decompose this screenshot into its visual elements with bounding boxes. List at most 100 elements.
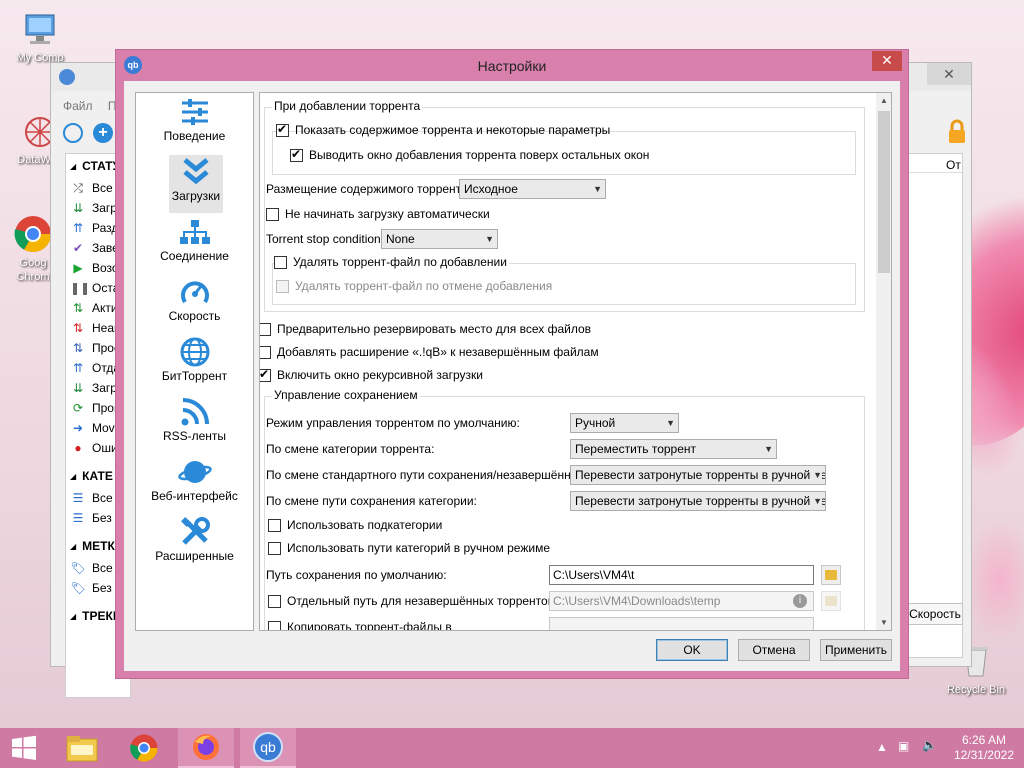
- taskbar-firefox[interactable]: [178, 728, 234, 768]
- stop-condition-select[interactable]: None ▼: [381, 229, 498, 249]
- checkbox-disabled: [276, 279, 289, 293]
- dialog-close-button[interactable]: ✕: [872, 51, 902, 71]
- swap-icon: ⇅: [72, 341, 84, 355]
- scroll-up-icon[interactable]: ▲: [876, 93, 891, 109]
- taskbar: qb ▲ ▣ 🔈 6:26 AM 12/31/2022: [0, 728, 1024, 768]
- main-window-close-button[interactable]: ✕: [927, 63, 971, 85]
- speed-button[interactable]: Скорость: [907, 603, 963, 625]
- checkbox-checked[interactable]: [260, 367, 271, 382]
- category-label: БитТоррент: [161, 369, 228, 383]
- planet-icon: [138, 455, 251, 489]
- category-path-changed-select[interactable]: Перевести затронутые торренты в ручной р…: [570, 491, 826, 511]
- volume-icon[interactable]: 🔈: [922, 738, 937, 752]
- upload-icon: ⇈: [72, 221, 84, 235]
- show-contents-checkbox[interactable]: Показать содержимое торрента и некоторые…: [276, 122, 610, 137]
- checkbox[interactable]: [274, 255, 287, 269]
- default-path-changed-label: По смене стандартного пути сохранения/не…: [266, 468, 589, 482]
- checkbox[interactable]: [260, 345, 271, 359]
- browse-folder-button[interactable]: [821, 565, 841, 585]
- add-link-icon[interactable]: [63, 123, 83, 143]
- category-changed-select[interactable]: Переместить торрент ▼: [570, 439, 777, 459]
- category-bittorrent[interactable]: БитТоррент: [138, 335, 251, 393]
- lock-icon[interactable]: [947, 119, 967, 145]
- scroll-down-icon[interactable]: ▼: [876, 615, 891, 630]
- bring-to-front-checkbox[interactable]: Выводить окно добавления торрента поверх…: [290, 147, 649, 162]
- checkbox[interactable]: [268, 518, 281, 532]
- desktop-icon-label: Goog Chrom: [16, 257, 50, 283]
- taskbar-qbittorrent[interactable]: qb: [240, 728, 296, 768]
- no-autostart-checkbox[interactable]: Не начинать загрузку автоматически: [266, 207, 490, 221]
- category-label: Соединение: [160, 249, 229, 263]
- list-icon: ☰: [72, 491, 84, 505]
- content-layout-select[interactable]: Исходное ▼: [459, 179, 606, 199]
- category-speed[interactable]: Скорость: [138, 275, 251, 333]
- settings-dialog[interactable]: qb Настройки ✕ Поведение Загрузки Соедин…: [115, 49, 909, 679]
- use-subcategories-checkbox[interactable]: Использовать подкатегории: [268, 518, 442, 532]
- category-behavior[interactable]: Поведение: [138, 95, 251, 153]
- checkbox-checked[interactable]: [276, 122, 289, 137]
- windows-start-icon: [12, 735, 36, 760]
- append-extension-checkbox[interactable]: Добавлять расширение «.!qB» к незавершён…: [260, 345, 599, 359]
- default-mode-select[interactable]: Ручной ▼: [570, 413, 679, 433]
- page-scrollbar[interactable]: ▲ ▼: [876, 93, 891, 630]
- firefox-icon: [193, 734, 219, 760]
- default-save-path-label: Путь сохранения по умолчанию:: [266, 568, 447, 582]
- use-category-paths-checkbox[interactable]: Использовать пути категорий в ручном реж…: [268, 541, 550, 555]
- main-menu: Файл П: [63, 99, 116, 113]
- delete-torrent-file-checkbox[interactable]: Удалять торрент-файл по добавлении: [274, 255, 509, 269]
- default-save-path-input[interactable]: C:\Users\VM4\t: [549, 565, 814, 585]
- incomplete-path-checkbox[interactable]: Отдельный путь для незавершённых торрент…: [268, 594, 557, 608]
- checkbox-checked[interactable]: [290, 147, 303, 162]
- computer-icon: [18, 10, 62, 50]
- download-icon: ⇊: [72, 381, 84, 395]
- checkbox[interactable]: [260, 322, 271, 336]
- tag-icon: 🏷: [70, 561, 86, 575]
- start-button[interactable]: [0, 728, 48, 768]
- list-icon: ☰: [72, 511, 84, 525]
- add-torrent-icon[interactable]: +: [93, 123, 113, 143]
- apply-button[interactable]: Применить: [820, 639, 892, 661]
- delete-on-cancel-checkbox: Удалять торрент-файл по отмене добавлени…: [276, 279, 552, 293]
- cancel-button[interactable]: Отмена: [738, 639, 810, 661]
- recursive-download-checkbox[interactable]: Включить окно рекурсивной загрузки: [260, 367, 483, 382]
- copy-torrents-checkbox[interactable]: Копировать торрент-файлы в: [268, 620, 452, 630]
- taskbar-clock[interactable]: 6:26 AM 12/31/2022: [954, 733, 1014, 763]
- clock-date: 12/31/2022: [953, 748, 1014, 762]
- menu-file[interactable]: Файл: [63, 99, 93, 113]
- dialog-titlebar[interactable]: qb Настройки ✕: [116, 50, 908, 81]
- checkbox[interactable]: [268, 594, 281, 608]
- checkbox[interactable]: [266, 207, 279, 221]
- scrollbar-thumb[interactable]: [878, 111, 890, 273]
- checkbox[interactable]: [268, 541, 281, 555]
- desktop-icon-my-computer[interactable]: My Comp: [0, 10, 80, 64]
- checkbox[interactable]: [268, 620, 281, 630]
- swap-icon: ⇅: [72, 301, 84, 315]
- category-label: Поведение: [163, 129, 226, 143]
- folder-icon: [825, 596, 837, 606]
- move-icon: ➜: [72, 421, 84, 435]
- default-path-changed-select[interactable]: Перевести затронутые торренты в ручной р…: [570, 465, 826, 485]
- ok-button[interactable]: OK: [656, 639, 728, 661]
- preallocate-checkbox[interactable]: Предварительно резервировать место для в…: [260, 322, 591, 336]
- content-layout-label: Размещение содержимого торрента:: [266, 182, 472, 196]
- category-label: Скорость: [168, 309, 221, 323]
- network-icon: [138, 215, 251, 249]
- network-tray-icon[interactable]: ▣: [898, 739, 909, 753]
- upload-icon: ⇈: [72, 361, 84, 375]
- folder-icon: [825, 570, 837, 580]
- taskbar-chrome[interactable]: [116, 728, 172, 768]
- category-rss[interactable]: RSS-ленты: [138, 395, 251, 453]
- dialog-title: Настройки: [477, 58, 547, 74]
- copy-torrents-input: [549, 617, 814, 630]
- saving-management-group-label: Управление сохранением: [272, 388, 420, 402]
- category-downloads[interactable]: Загрузки: [169, 155, 223, 213]
- category-advanced[interactable]: Расширенные: [138, 515, 251, 573]
- tray-chevron-up-icon[interactable]: ▲: [876, 740, 888, 754]
- category-webui[interactable]: Веб-интерфейс: [138, 455, 251, 513]
- category-connection[interactable]: Соединение: [138, 215, 251, 273]
- column-header[interactable]: От: [946, 158, 961, 172]
- chevron-down-icon: ▼: [811, 466, 822, 484]
- downloads-settings-page[interactable]: При добавлении торрента Показать содержи…: [259, 92, 892, 631]
- default-mode-label: Режим управления торрентом по умолчанию:: [266, 416, 520, 430]
- taskbar-file-explorer[interactable]: [54, 728, 110, 768]
